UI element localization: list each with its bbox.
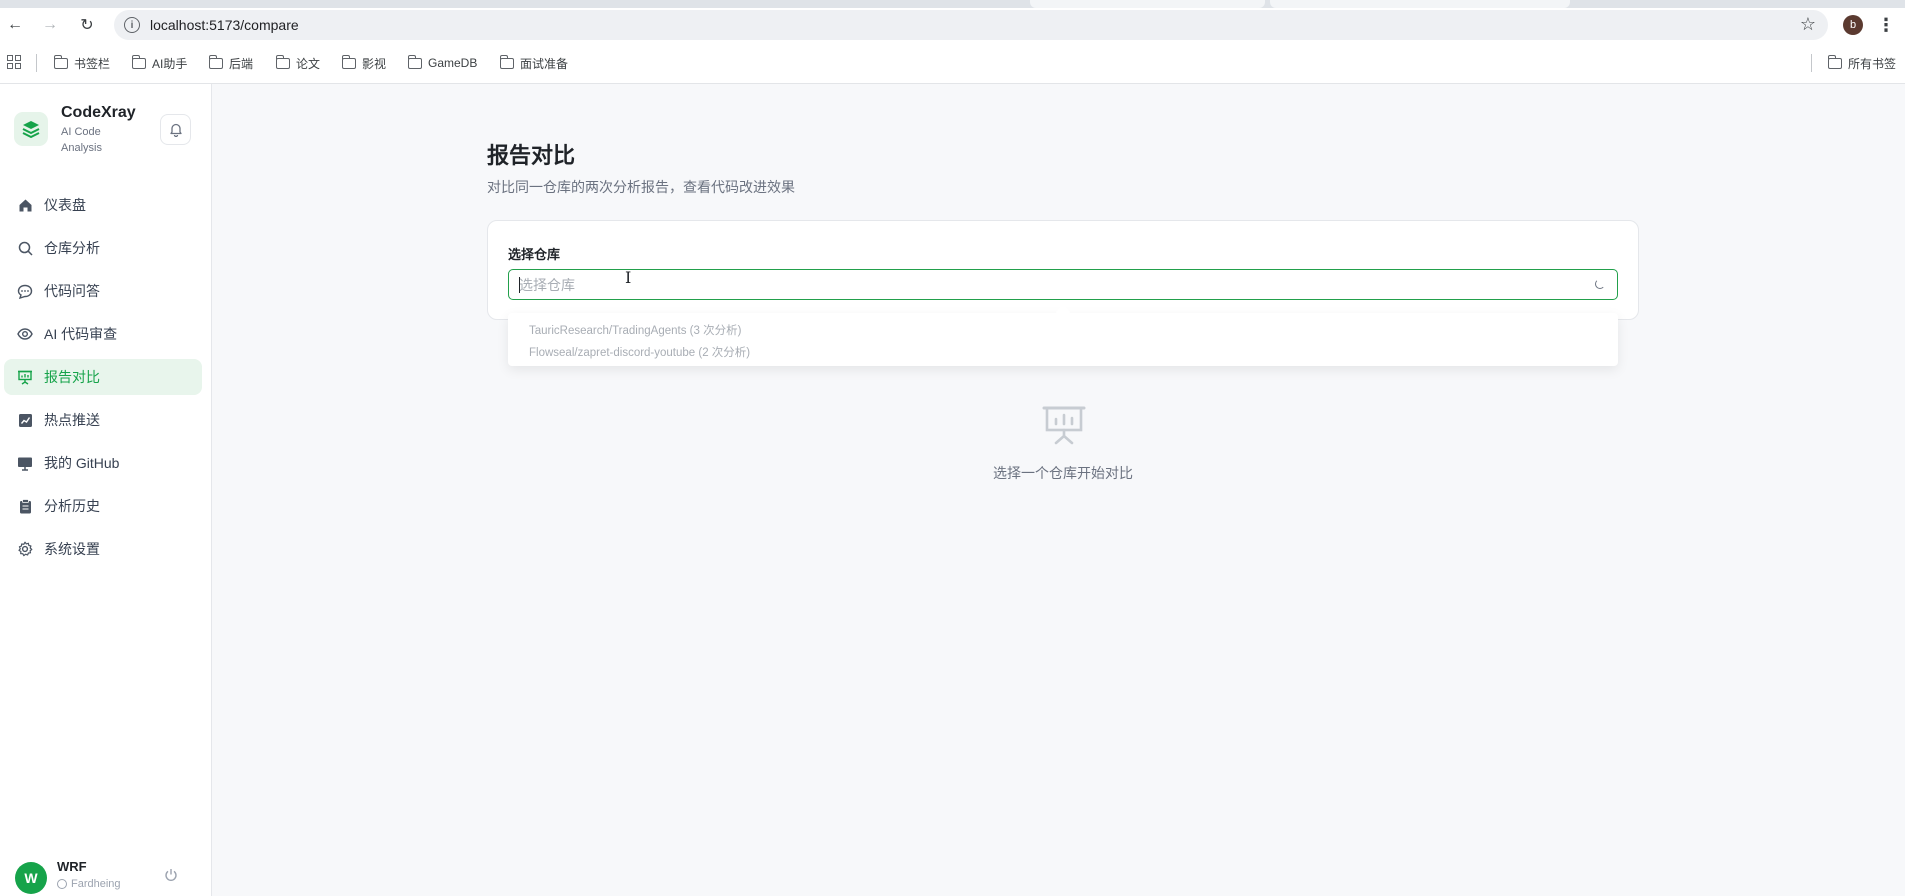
folder-icon [53, 54, 68, 69]
sidebar-item-ai-review[interactable]: AI 代码审查 [4, 316, 202, 352]
bookmark-folder[interactable]: AI助手 [131, 54, 187, 72]
url-text[interactable]: localhost:5173/compare [150, 17, 299, 33]
folder-icon [1827, 54, 1842, 69]
text-cursor-icon: I [625, 268, 632, 287]
empty-state-text: 选择一个仓库开始对比 [993, 465, 1133, 481]
bookmarks-divider [1811, 54, 1812, 72]
browser-menu-icon[interactable]: ⋮ [1877, 14, 1895, 36]
sidebar-nav: 仪表盘 仓库分析 代码问答 AI 代码审查 报告对比 热点推送 我的 GitHu… [4, 187, 202, 574]
user-name: WRF [57, 859, 87, 874]
repo-select-input[interactable] [519, 274, 1579, 295]
text-caret [519, 277, 520, 293]
presentation-empty-icon [1042, 405, 1086, 445]
user-avatar[interactable]: W [15, 862, 47, 894]
browser-tab[interactable] [1030, 0, 1265, 8]
page-title: 报告对比 [487, 143, 576, 168]
sidebar-item-hot-push[interactable]: 热点推送 [4, 402, 202, 438]
home-icon [16, 196, 34, 214]
reload-icon[interactable]: ↻ [76, 14, 98, 36]
folder-icon [341, 54, 356, 69]
bookmark-star-icon[interactable]: ☆ [1800, 14, 1816, 35]
bookmarks-bar: 书签栏 AI助手 后端 论文 影视 GameDB 面试准备 所有书签 [0, 42, 1905, 84]
sidebar: CodeXray AI Code Analysis 仪表盘 仓库分析 代码问答 … [0, 84, 212, 896]
loading-spinner-icon [1595, 279, 1605, 289]
bookmark-folder[interactable]: 面试准备 [499, 54, 568, 72]
tab-strip [0, 0, 1905, 8]
gear-icon [16, 540, 34, 558]
bookmark-folder[interactable]: 论文 [275, 54, 320, 72]
forward-arrow-icon[interactable]: → [39, 14, 61, 36]
layers-logo-icon [14, 112, 48, 146]
bell-icon [169, 123, 182, 137]
bookmark-folder[interactable]: 影视 [341, 54, 386, 72]
trend-icon [16, 411, 34, 429]
sidebar-item-dashboard[interactable]: 仪表盘 [4, 187, 202, 223]
browser-toolbar: ← → ↻ i localhost:5173/compare ☆ b ⋮ [0, 8, 1905, 42]
browser-tab-active[interactable] [1270, 0, 1570, 8]
folder-icon [131, 54, 146, 69]
bookmark-folder[interactable]: 后端 [208, 54, 253, 72]
clipboard-icon [16, 497, 34, 515]
user-org: Fardheing [57, 878, 121, 890]
sidebar-item-report-compare[interactable]: 报告对比 [4, 359, 202, 395]
user-profile[interactable]: W WRF Fardheing [0, 854, 212, 896]
eye-icon [16, 325, 34, 343]
brand-name: CodeXray [61, 104, 136, 121]
profile-avatar[interactable]: b [1843, 15, 1863, 35]
address-bar[interactable]: i localhost:5173/compare ☆ [114, 10, 1828, 40]
folder-icon [499, 54, 514, 69]
folder-icon [275, 54, 290, 69]
chat-icon [16, 282, 34, 300]
logout-button[interactable] [162, 866, 180, 884]
repo-dropdown: TauricResearch/TradingAgents (3 次分析) Flo… [508, 313, 1618, 366]
search-icon [16, 239, 34, 257]
bookmark-folder[interactable]: 书签栏 [53, 54, 110, 72]
github-icon [57, 879, 67, 889]
notification-button[interactable] [160, 114, 191, 145]
sidebar-item-repo-analysis[interactable]: 仓库分析 [4, 230, 202, 266]
presentation-icon [16, 368, 34, 386]
all-bookmarks-folder[interactable]: 所有书签 [1827, 54, 1896, 72]
repo-select[interactable] [508, 269, 1618, 300]
sidebar-item-settings[interactable]: 系统设置 [4, 531, 202, 567]
folder-icon [407, 54, 422, 69]
folder-icon [208, 54, 223, 69]
site-info-icon[interactable]: i [124, 17, 140, 33]
repo-select-label: 选择仓库 [508, 247, 561, 262]
back-arrow-icon[interactable]: ← [4, 14, 26, 36]
apps-grid-icon[interactable] [7, 55, 21, 69]
repo-option[interactable]: Flowseal/zapret-discord-youtube (2 次分析) [529, 344, 750, 360]
sidebar-item-history[interactable]: 分析历史 [4, 488, 202, 524]
bookmarks-divider [36, 54, 37, 72]
brand-subtitle: AI Code Analysis [61, 126, 102, 154]
bookmark-folder[interactable]: GameDB [407, 54, 477, 72]
repo-option[interactable]: TauricResearch/TradingAgents (3 次分析) [529, 322, 741, 338]
sidebar-item-code-qa[interactable]: 代码问答 [4, 273, 202, 309]
power-icon [165, 869, 177, 881]
page-description: 对比同一仓库的两次分析报告，查看代码改进效果 [487, 179, 795, 195]
